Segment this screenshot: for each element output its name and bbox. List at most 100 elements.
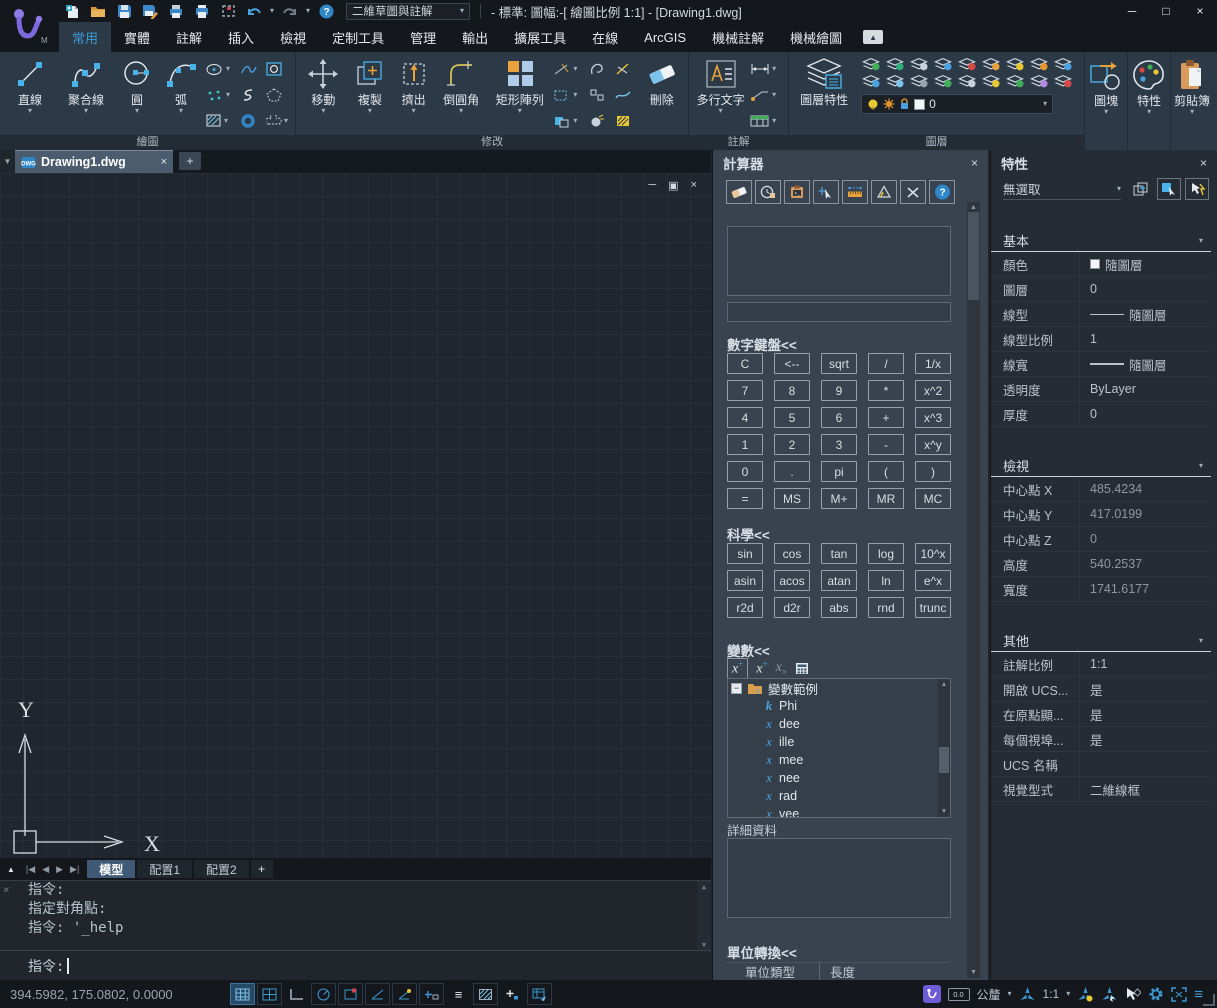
undo-icon[interactable] — [244, 2, 264, 20]
calc-input-box[interactable] — [727, 302, 951, 322]
layer-dropdown[interactable]: 0 ▾ — [861, 94, 1053, 114]
layer-dropdown-caret-icon[interactable]: ▾ — [1043, 100, 1047, 108]
calc-button[interactable]: / — [868, 353, 904, 374]
calc-button[interactable]: ) — [915, 461, 951, 482]
autoscale-icon[interactable] — [1077, 986, 1094, 1002]
ribbon-tab-output[interactable]: 輸出 — [449, 22, 501, 52]
numpad-section-label[interactable]: 數字鍵盤<< — [727, 334, 797, 354]
property-row[interactable]: 中心點 Y417.0199 — [991, 502, 1211, 527]
calculator-close-icon[interactable]: × — [971, 156, 978, 170]
ribbon-tab-custom-tools[interactable]: 定制工具 — [319, 22, 397, 52]
scroll-down-icon[interactable]: ▼ — [941, 808, 947, 815]
layer-on-icon[interactable] — [885, 57, 905, 71]
calc-button[interactable]: 8 — [774, 380, 810, 401]
ribbon-tab-view[interactable]: 檢視 — [267, 22, 319, 52]
hatch-button[interactable]: ▾ — [204, 114, 238, 128]
scroll-up-icon[interactable]: ▲ — [970, 204, 977, 211]
property-row[interactable]: UCS 名稱 — [991, 752, 1211, 777]
select-objects-button[interactable] — [1157, 178, 1181, 200]
lineweight-toggle[interactable]: ≡ — [446, 983, 471, 1005]
explode-button[interactable]: ▾ — [551, 115, 587, 128]
edit-variable-icon[interactable]: x+ — [756, 659, 767, 678]
maximize-button[interactable]: □ — [1149, 0, 1183, 22]
new-document-tab-button[interactable]: + — [179, 152, 201, 170]
clean-screen-icon[interactable] — [1171, 987, 1187, 1002]
scroll-up-icon[interactable]: ▲ — [941, 681, 947, 688]
calc-button[interactable]: trunc — [915, 597, 951, 618]
offset-button[interactable] — [587, 62, 613, 76]
calc-button[interactable]: x^2 — [915, 380, 951, 401]
selection-dropdown[interactable]: 無選取 ▾ — [1003, 178, 1121, 200]
calc-button[interactable]: 9 — [821, 380, 857, 401]
properties-close-icon[interactable]: × — [1200, 156, 1207, 170]
section-view[interactable]: 檢視 ▾ — [991, 455, 1211, 477]
property-row[interactable]: 線型比例1 — [991, 327, 1211, 352]
table-caret-icon[interactable]: ▾ — [772, 117, 776, 125]
calc-paste-icon[interactable]: >_ — [784, 180, 810, 204]
property-row[interactable]: 線型隨圖層 — [991, 302, 1211, 327]
leader-button[interactable]: ▾ — [748, 89, 784, 101]
ribbon-tab-online[interactable]: 在線 — [579, 22, 631, 52]
calc-button[interactable]: x^3 — [915, 407, 951, 428]
section-misc[interactable]: 其他 ▾ — [991, 630, 1211, 652]
point-caret-icon[interactable]: ▾ — [226, 91, 230, 99]
variable-row[interactable]: xdee — [728, 715, 950, 733]
calc-button[interactable]: ln — [868, 570, 904, 591]
property-row[interactable]: 在原點顯...是 — [991, 702, 1211, 727]
polygon-button[interactable] — [264, 88, 290, 102]
calc-button[interactable]: 5 — [774, 407, 810, 428]
layer-freeze-icon[interactable] — [933, 57, 953, 71]
ribbon-tab-mech-draw[interactable]: 機械繪圖 — [777, 22, 855, 52]
status-menu-icon[interactable]: ≡ — [1194, 986, 1203, 1003]
calc-button[interactable]: ( — [868, 461, 904, 482]
calculator-scrollbar[interactable]: ▲ ▼ — [967, 202, 980, 978]
osnap-toggle[interactable] — [338, 983, 363, 1005]
variables-tree[interactable]: − x 變數範例 kPhi xdee xille xmee xnee xrad … — [727, 678, 951, 818]
command-expand-icon[interactable]: ▲ — [4, 865, 18, 874]
circle-button[interactable]: 圓 ▾ — [116, 54, 158, 115]
calc-button[interactable]: pi — [821, 461, 857, 482]
property-row[interactable]: 寬度1741.6177 — [991, 577, 1211, 602]
calc-button[interactable]: r2d — [727, 597, 763, 618]
settings-gear-icon[interactable] — [1148, 986, 1164, 1002]
mtext-caret-icon[interactable]: ▾ — [719, 107, 723, 115]
calc-button[interactable]: tan — [821, 543, 857, 564]
line-button[interactable]: 直線 ▾ — [4, 54, 56, 115]
scrollbar-thumb[interactable] — [939, 747, 949, 773]
units-label[interactable]: 公釐 — [977, 986, 1001, 1003]
transparency-toggle[interactable] — [473, 983, 498, 1005]
calc-button[interactable]: C — [727, 353, 763, 374]
calc-button[interactable]: 1 — [727, 434, 763, 455]
layout-prev-icon[interactable]: ◀ — [40, 864, 51, 875]
move-caret-icon[interactable]: ▾ — [321, 107, 325, 115]
ellipse-button[interactable]: ▾ — [204, 63, 238, 76]
rect-array-button[interactable]: 矩形陣列 ▾ — [488, 54, 551, 115]
command-history[interactable]: × 指令: 指定對角點: 指令: '_help ▲ ▼ — [0, 880, 711, 950]
break-button[interactable] — [587, 114, 613, 128]
calc-button[interactable]: 6 — [821, 407, 857, 428]
variables-section-label[interactable]: 變數<< — [727, 640, 770, 660]
scientific-section-label[interactable]: 科學<< — [727, 524, 770, 544]
property-row[interactable]: 厚度0 — [991, 402, 1211, 427]
erase-button[interactable]: 刪除 — [639, 54, 684, 107]
leader-caret-icon[interactable]: ▾ — [772, 91, 776, 99]
calc-button[interactable]: 4 — [727, 407, 763, 428]
hatch-caret-icon[interactable]: ▾ — [224, 117, 228, 125]
variables-folder-row[interactable]: − x 變數範例 — [728, 679, 950, 697]
calc-intersection-icon[interactable] — [900, 180, 926, 204]
clipboard-button[interactable]: 剪貼簿 ▾ — [1171, 52, 1213, 146]
polar-toggle[interactable] — [311, 983, 336, 1005]
revision-cloud-button[interactable]: ▾ — [264, 115, 290, 128]
snap-toggle[interactable] — [257, 983, 282, 1005]
units-format-icon[interactable]: 0.0 — [948, 988, 970, 1001]
panel-label-modify[interactable]: 修改 — [296, 135, 688, 150]
calc-button[interactable]: 2 — [774, 434, 810, 455]
dynamic-input-toggle[interactable] — [419, 983, 444, 1005]
ribbon-tab-home[interactable]: 常用 — [59, 22, 111, 52]
workspace-switch-icon[interactable] — [1125, 987, 1141, 1002]
layer-copy-icon[interactable] — [1005, 74, 1025, 88]
minimize-button[interactable]: ─ — [1115, 0, 1149, 22]
save-icon[interactable] — [114, 2, 134, 20]
point-button[interactable]: ▾ — [204, 89, 238, 102]
layer-walk-icon[interactable] — [1053, 57, 1073, 71]
